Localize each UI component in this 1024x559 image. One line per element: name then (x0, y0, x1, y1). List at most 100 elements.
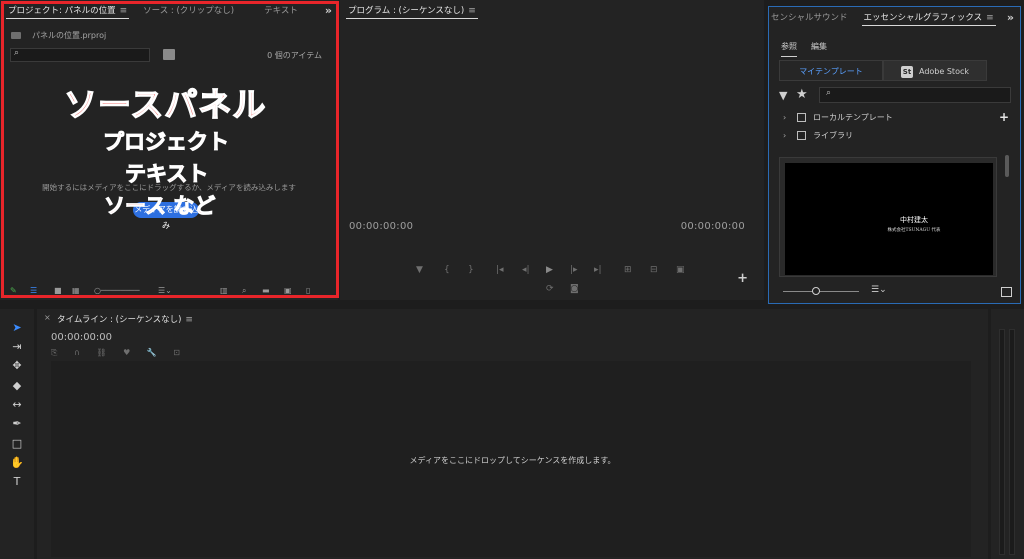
nest-icon[interactable]: ⎘ (51, 348, 57, 357)
tab-text[interactable]: テキスト (256, 0, 306, 22)
freeform-view-icon[interactable]: ▦ (72, 286, 80, 295)
add-icon[interactable]: + (999, 109, 1009, 126)
more-panels-icon[interactable]: » (325, 4, 332, 17)
snap-icon[interactable]: ∩ (74, 348, 80, 357)
rectangle-tool-icon[interactable]: □ (10, 437, 24, 451)
item-count: 0 個のアイテム (267, 51, 322, 60)
thumbnail-size-slider[interactable] (783, 291, 859, 292)
new-bin-bottom-icon[interactable]: ▬ (262, 286, 270, 295)
overlay-line-text: テキスト (124, 162, 209, 187)
mark-in-icon[interactable]: { (444, 265, 450, 275)
audio-meters-panel (991, 309, 1024, 559)
playhead-timecode[interactable]: 00:00:00:00 (349, 221, 413, 232)
duration-timecode: 00:00:00:00 (680, 221, 745, 232)
tree-item-local-templates[interactable]: › ローカルテンプレート + (779, 109, 1011, 126)
tab-edit[interactable]: 編集 (811, 41, 827, 52)
project-bottom-toolbar: ✎ ☰ ■ ▦ ○──────── ☰⌄ ▥ ⌕ ▬ ▣ ▯ (8, 286, 330, 296)
audio-meter-left (999, 329, 1005, 555)
tab-source[interactable]: ソース : (クリップなし) (135, 0, 242, 22)
step-forward-icon[interactable]: |▸ (570, 265, 578, 275)
tools-panel: ➤ ⇥ ✥ ◆ ↔ ✒ □ ✋ T (0, 309, 34, 559)
list-view-icon[interactable]: ☰ (30, 286, 37, 295)
panel-menu-icon[interactable]: ≡ (185, 315, 193, 325)
find-icon[interactable]: ⌕ (242, 286, 246, 296)
search-icon: ⌕ (14, 48, 20, 58)
my-templates-button[interactable]: マイテンプレート (779, 60, 883, 81)
comparison-view-icon[interactable]: ⟳ (546, 284, 554, 294)
wrench-icon[interactable]: 🔧 (147, 348, 157, 357)
tab-project[interactable]: プロジェクト: パネルの位置 ≡ (0, 0, 135, 22)
icon-view-icon[interactable]: ■ (54, 286, 62, 295)
audio-meter-right (1009, 329, 1015, 555)
essential-tabbar: センシャルサウンド エッセンシャルグラフィックス ≡ (769, 7, 1020, 29)
trash-icon[interactable]: ▯ (306, 286, 310, 295)
button-editor-plus-icon[interactable]: + (737, 271, 748, 286)
checkbox[interactable] (797, 113, 806, 122)
tab-essential-sound[interactable]: センシャルサウンド (769, 7, 856, 29)
go-to-out-icon[interactable]: ▸| (594, 265, 602, 275)
track-select-tool-icon[interactable]: ⇥ (10, 340, 24, 354)
captions-icon[interactable]: ⊡ (173, 348, 180, 357)
new-layer-icon[interactable] (1001, 287, 1012, 297)
panel-menu-icon[interactable]: ≡ (986, 13, 994, 23)
ripple-edit-tool-icon[interactable]: ✥ (10, 359, 24, 373)
export-frame-icon[interactable]: ▣ (676, 265, 685, 275)
template-preview: 中村建太 株式会社TSUNAGU 代表 (785, 163, 993, 275)
slider-handle[interactable] (812, 287, 820, 295)
step-back-icon[interactable]: ◂| (522, 265, 530, 275)
marker-icon[interactable]: ▼ (416, 265, 423, 275)
adobe-stock-icon: St (901, 65, 913, 78)
timeline-timecode[interactable]: 00:00:00:00 (51, 332, 112, 343)
type-tool-icon[interactable]: T (10, 475, 24, 489)
zoom-slider-icon[interactable]: ○──────── (94, 286, 140, 295)
filter-icon[interactable]: ▼ (779, 89, 787, 102)
drop-message: メディアをここにドロップしてシーケンスを作成します。 (409, 456, 616, 465)
slip-tool-icon[interactable]: ↔ (10, 398, 24, 412)
play-icon[interactable]: ▶ (546, 265, 553, 275)
overwrite-icon[interactable]: ⊟ (650, 265, 658, 275)
essential-graphics-panel: センシャルサウンド エッセンシャルグラフィックス ≡ » 参照 編集 マイテンプレ… (768, 6, 1021, 304)
program-monitor-panel: プログラム : (シーケンスなし) ≡ 00:00:00:00 00:00:00:… (340, 0, 764, 300)
tree-item-libraries[interactable]: › ライブラリ (779, 127, 1011, 144)
chevron-right-icon[interactable]: › (783, 109, 786, 126)
template-name-text: 中村建太 (900, 216, 928, 224)
program-tabbar: プログラム : (シーケンスなし) ≡ (340, 0, 764, 22)
add-marker-icon[interactable]: ♥ (123, 348, 130, 357)
template-thumbnail[interactable]: 中村建太 株式会社TSUNAGU 代表 (779, 157, 997, 277)
new-item-icon[interactable]: ▣ (284, 286, 292, 295)
pen-tool-icon[interactable]: ✒ (10, 417, 24, 431)
camera-icon[interactable]: ◙ (570, 284, 579, 294)
panel-menu-icon[interactable]: ≡ (120, 6, 128, 16)
more-panels-icon[interactable]: » (1007, 11, 1014, 24)
hand-tool-icon[interactable]: ✋ (10, 456, 24, 470)
tab-essential-graphics[interactable]: エッセンシャルグラフィックス ≡ (856, 7, 1002, 29)
template-search-input[interactable]: ⌕ (819, 87, 1011, 103)
star-icon[interactable]: ★ (796, 87, 808, 102)
new-bin-icon[interactable] (163, 49, 175, 60)
overlay-line-source: ソース など (103, 194, 216, 219)
scrollbar[interactable] (1005, 155, 1009, 177)
go-to-in-icon[interactable]: |◂ (496, 265, 504, 275)
sort-icon[interactable]: ☰⌄ (158, 286, 172, 295)
razor-tool-icon[interactable]: ◆ (10, 379, 24, 393)
close-icon[interactable]: × (44, 313, 51, 322)
checkbox[interactable] (797, 131, 806, 140)
timeline-panel: × タイムライン : (シーケンスなし) ≡ 00:00:00:00 ⎘ ∩ ⛓ … (37, 309, 988, 559)
automate-icon[interactable]: ▥ (220, 286, 228, 295)
sort-icon[interactable]: ☰⌄ (871, 285, 887, 295)
overlay-title: ソースパネル (63, 84, 267, 125)
tab-timeline[interactable]: タイムライン : (シーケンスなし) ≡ (57, 313, 193, 325)
mark-out-icon[interactable]: } (468, 265, 474, 275)
tab-program[interactable]: プログラム : (シーケンスなし) ≡ (340, 0, 484, 22)
write-icon[interactable]: ✎ (10, 286, 17, 295)
adobe-stock-button[interactable]: St Adobe Stock (883, 60, 987, 81)
selection-tool-icon[interactable]: ➤ (10, 321, 24, 335)
linked-selection-icon[interactable]: ⛓ (96, 348, 106, 357)
search-icon: ⌕ (826, 88, 832, 98)
chevron-right-icon[interactable]: › (783, 127, 786, 144)
insert-icon[interactable]: ⊞ (624, 265, 632, 275)
tab-browse[interactable]: 参照 (781, 41, 797, 57)
project-search-input[interactable]: ⌕ (10, 48, 150, 62)
panel-menu-icon[interactable]: ≡ (468, 6, 476, 16)
folder-icon (11, 32, 21, 39)
